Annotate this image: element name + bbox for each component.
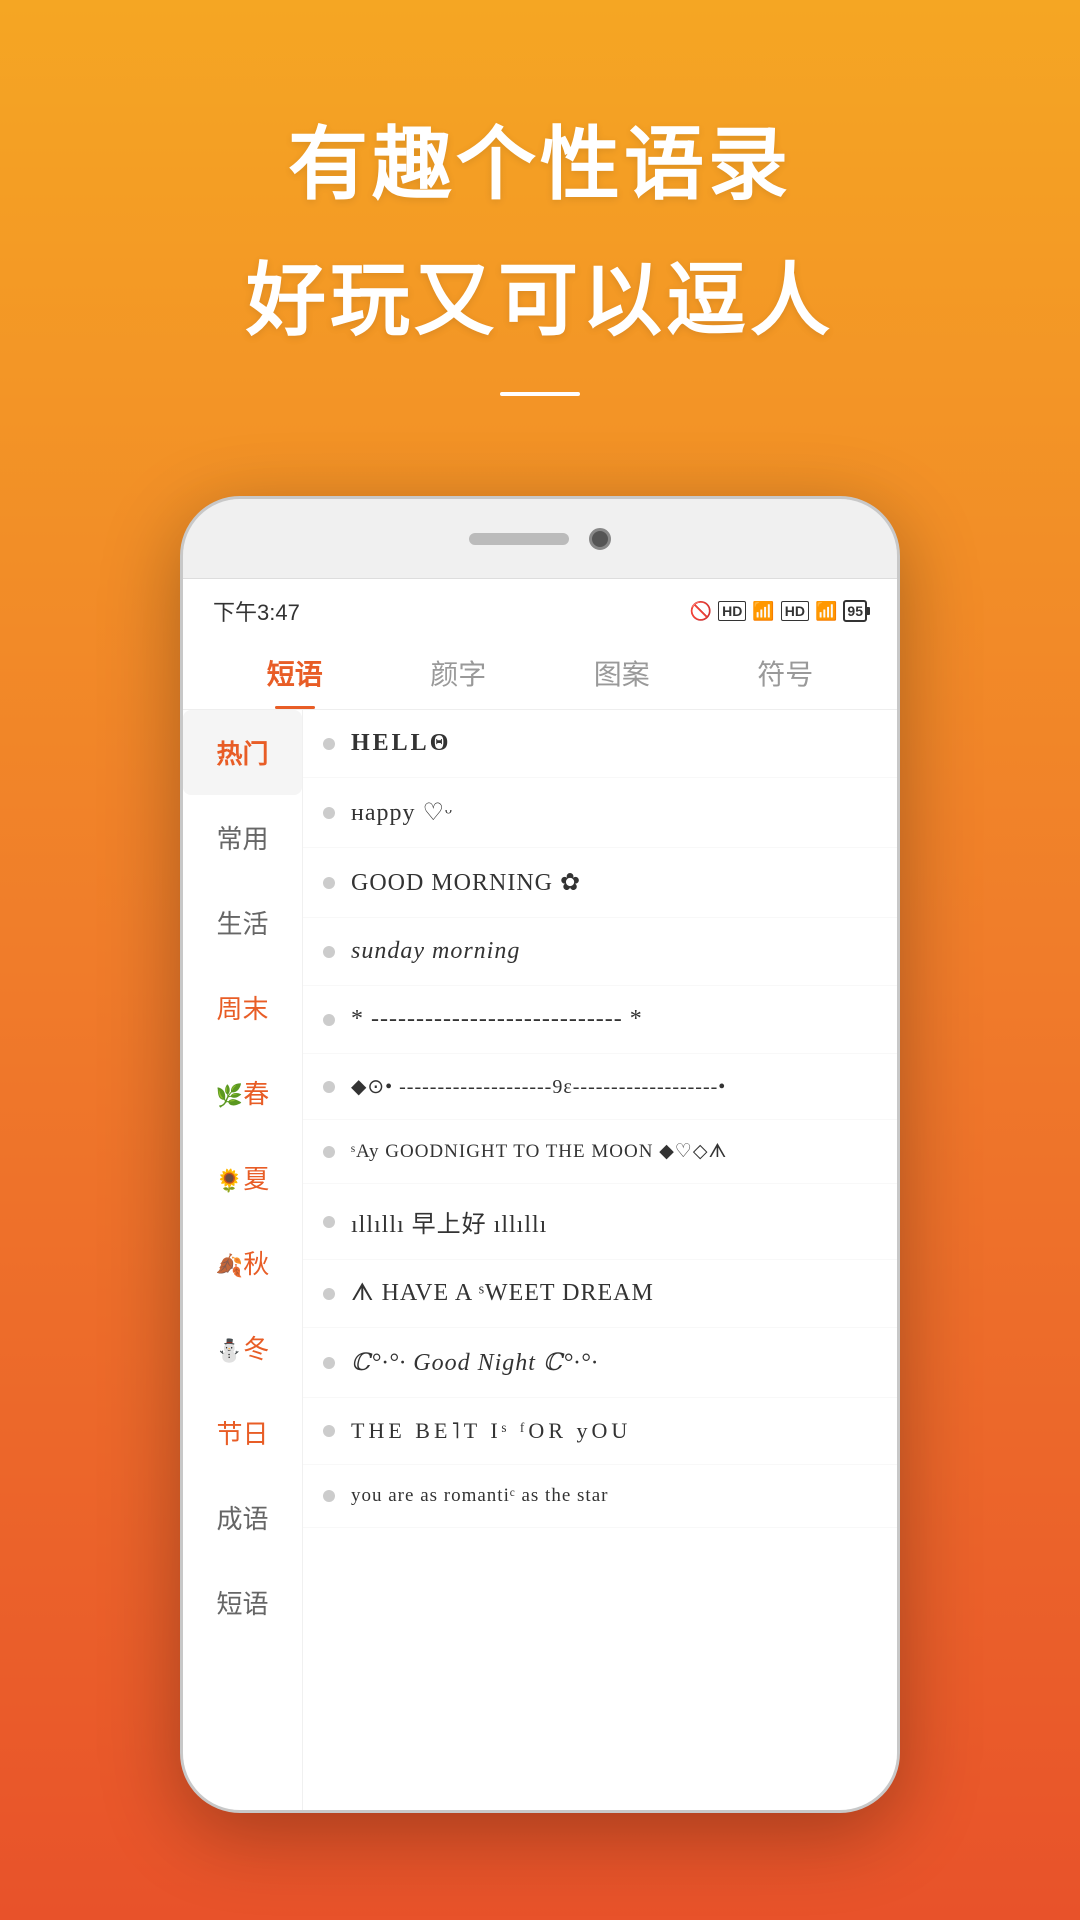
phone-speaker — [469, 533, 569, 545]
list-bullet — [323, 1146, 335, 1158]
list-item[interactable]: ᗑ HAVE A ˢWEET DREAM — [303, 1260, 897, 1328]
list-text: sunday morning — [351, 938, 520, 965]
list-item[interactable]: нappy ♡ᵕ — [303, 778, 897, 848]
sidebar-item-summer[interactable]: 🌻夏 — [183, 1135, 302, 1220]
list-text: ˢAy GOODNIGHT TO THE MOON ◆♡◇ᗑ — [351, 1140, 727, 1163]
list-text: HELLΘ — [351, 730, 451, 757]
hero-title-2: 好玩又可以逗人 — [246, 236, 834, 352]
list-text: GOOD MORNING ✿ — [351, 868, 581, 897]
list-item[interactable]: sunday morning — [303, 918, 897, 986]
tab-fancy-text[interactable]: 颜字 — [377, 637, 541, 709]
wifi-icon: 📶 — [815, 601, 837, 622]
list-text: нappy ♡ᵕ — [351, 798, 453, 827]
list-item[interactable]: THE BE˥T Iˢ ᶠOR yOU — [303, 1398, 897, 1465]
signal-slash-icon: 🚫 — [690, 601, 712, 622]
content-area: 热门 常用 生活 周末 🌿春 🌻夏 — [183, 710, 897, 1810]
battery-icon: 95 — [843, 600, 867, 622]
sidebar: 热门 常用 生活 周末 🌿春 🌻夏 — [183, 710, 303, 1810]
list-text: ℂ°·°· Good Night ℂ°·°· — [351, 1348, 598, 1377]
sidebar-item-idiom[interactable]: 成语 — [183, 1475, 302, 1560]
status-icons: 🚫 HD 📶 HD 📶 95 — [690, 600, 867, 622]
list-bullet — [323, 1425, 335, 1437]
list-bullet — [323, 1288, 335, 1300]
sidebar-item-hot[interactable]: 热门 — [183, 710, 302, 795]
phone-mockup: 下午3:47 🚫 HD 📶 HD 📶 95 短语 颜 — [180, 496, 900, 1813]
signal-bars-icon: 📶 — [752, 601, 774, 622]
sidebar-item-weekend[interactable]: 周末 — [183, 965, 302, 1050]
list-item[interactable]: ◆⊙• --------------------9ε--------------… — [303, 1054, 897, 1120]
list-bullet — [323, 946, 335, 958]
sidebar-item-life[interactable]: 生活 — [183, 880, 302, 965]
nav-tabs: 短语 颜字 图案 符号 — [183, 637, 897, 710]
list-item[interactable]: you are as romantiᶜ as the star — [303, 1465, 897, 1528]
list-text: you are as romantiᶜ as the star — [351, 1485, 608, 1507]
winter-emoji: ⛄ — [216, 1338, 243, 1363]
status-time: 下午3:47 — [213, 595, 300, 627]
list-text: ıllıllı 早上好 ıllıllı — [351, 1204, 547, 1239]
list-bullet — [323, 1216, 335, 1228]
hd-icon1: HD — [718, 601, 746, 621]
list-text: ◆⊙• --------------------9ε--------------… — [351, 1074, 726, 1099]
hd-icon2: HD — [781, 601, 809, 621]
list-text: ᗑ HAVE A ˢWEET DREAM — [351, 1280, 654, 1307]
list-bullet — [323, 1081, 335, 1093]
sidebar-item-spring[interactable]: 🌿春 — [183, 1050, 302, 1135]
list-item[interactable]: ˢAy GOODNIGHT TO THE MOON ◆♡◇ᗑ — [303, 1120, 897, 1184]
spring-emoji: 🌿 — [216, 1083, 243, 1108]
list-bullet — [323, 1357, 335, 1369]
tab-symbols[interactable]: 符号 — [704, 637, 868, 709]
phone-bezel — [183, 499, 897, 579]
list-content: HELLΘ нappy ♡ᵕ GOOD MORNING ✿ sunday mor… — [303, 710, 897, 1810]
hero-section: 有趣个性语录 好玩又可以逗人 — [0, 0, 1080, 496]
list-bullet — [323, 877, 335, 889]
autumn-emoji: 🍂 — [216, 1253, 243, 1278]
list-item[interactable]: * ---------------------------- * — [303, 986, 897, 1054]
sidebar-item-winter[interactable]: ⛄冬 — [183, 1305, 302, 1390]
list-item[interactable]: ıllıllı 早上好 ıllıllı — [303, 1184, 897, 1260]
list-bullet — [323, 807, 335, 819]
tab-phrases[interactable]: 短语 — [213, 637, 377, 709]
hero-title-1: 有趣个性语录 — [288, 100, 792, 216]
divider — [500, 392, 580, 396]
sidebar-item-phrases[interactable]: 短语 — [183, 1560, 302, 1645]
list-text: THE BE˥T Iˢ ᶠOR yOU — [351, 1418, 631, 1444]
summer-emoji: 🌻 — [216, 1168, 243, 1193]
sidebar-item-common[interactable]: 常用 — [183, 795, 302, 880]
status-bar: 下午3:47 🚫 HD 📶 HD 📶 95 — [183, 579, 897, 637]
list-bullet — [323, 1490, 335, 1502]
list-item[interactable]: ℂ°·°· Good Night ℂ°·°· — [303, 1328, 897, 1398]
sidebar-item-autumn[interactable]: 🍂秋 — [183, 1220, 302, 1305]
phone-screen: 下午3:47 🚫 HD 📶 HD 📶 95 短语 颜 — [183, 579, 897, 1810]
tab-patterns[interactable]: 图案 — [540, 637, 704, 709]
list-text: * ---------------------------- * — [351, 1006, 643, 1033]
list-bullet — [323, 1014, 335, 1026]
sidebar-item-holiday[interactable]: 节日 — [183, 1390, 302, 1475]
phone-camera — [589, 528, 611, 550]
list-item[interactable]: GOOD MORNING ✿ — [303, 848, 897, 918]
phone-wrapper: 下午3:47 🚫 HD 📶 HD 📶 95 短语 颜 — [170, 496, 910, 1920]
list-item[interactable]: HELLΘ — [303, 710, 897, 778]
list-bullet — [323, 738, 335, 750]
